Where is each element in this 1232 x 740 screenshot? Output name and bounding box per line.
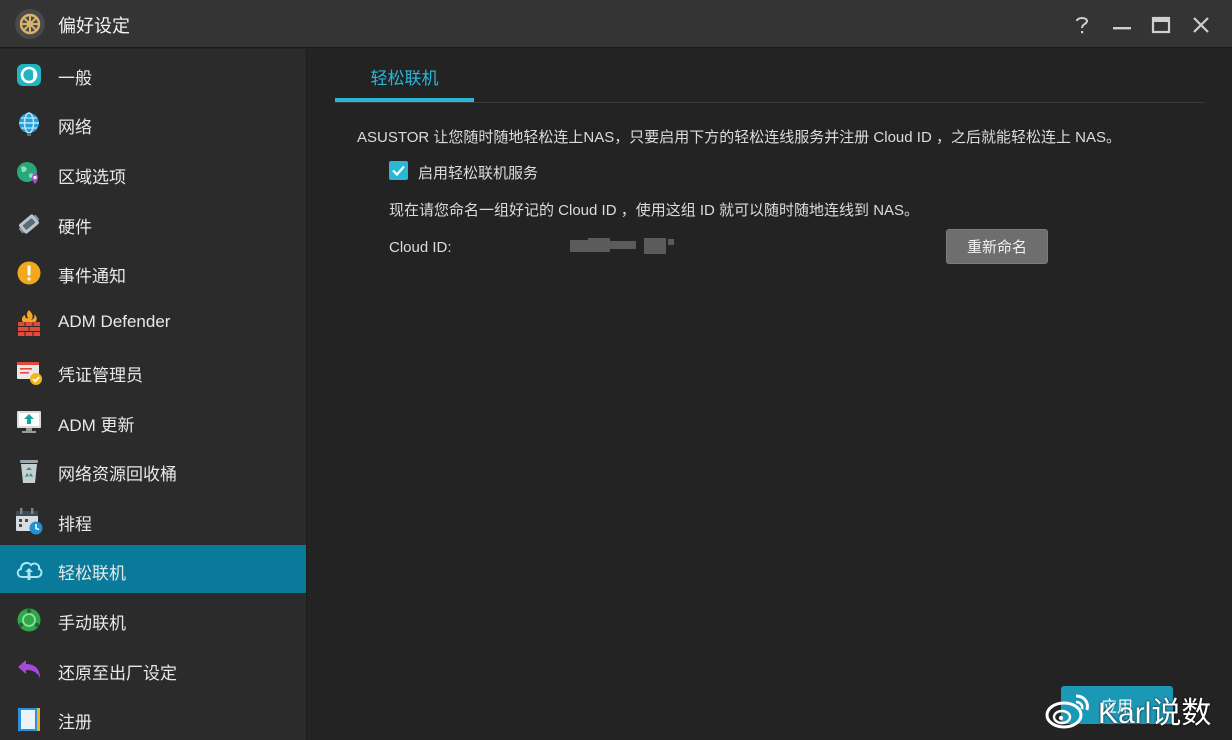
close-icon [1193,17,1209,33]
certificate-icon [17,362,42,385]
sidebar-item-notification[interactable]: 事件通知 [0,248,306,296]
rename-button[interactable]: 重新命名 [946,229,1048,264]
close-button[interactable] [1188,12,1214,38]
recycle-bin-icon [20,460,38,483]
firewall-icon [18,310,40,336]
cloud-connect-icon [16,561,43,580]
sidebar-item-label: ADM Defender [58,312,171,331]
sidebar-item-hardware[interactable]: 硬件 [0,199,306,247]
alert-icon [17,261,41,285]
update-icon [17,411,41,433]
sidebar-item-region[interactable]: 区域选项 [0,149,306,197]
window-title: 偏好设定 [58,16,130,36]
schedule-icon [16,508,43,535]
sidebar-item-label: 网络资源回收桶 [58,465,177,484]
sidebar-item-label: 区域选项 [58,168,126,187]
register-icon [18,708,40,731]
minimize-button[interactable] [1109,12,1135,38]
restore-icon [18,660,40,678]
sidebar-item-label: ADM 更新 [58,416,135,435]
manual-connect-icon [17,608,41,632]
checkmark-icon [392,165,405,177]
sidebar-item-general[interactable]: 一般 [0,50,306,98]
tab-divider [335,102,1205,103]
help-button[interactable] [1069,12,1095,38]
sidebar-item-restore[interactable]: 还原至出厂设定 [0,645,306,693]
sidebar-item-label: 凭证管理员 [58,366,143,385]
sidebar-item-label: 还原至出厂设定 [58,664,177,683]
watermark: Karl说数 [1044,688,1211,732]
sidebar-item-label: 事件通知 [58,267,126,286]
sidebar-item-certificate[interactable]: 凭证管理员 [0,347,306,395]
enable-ezconnect-label: 启用轻松联机服务 [418,165,539,182]
sidebar-item-manual-connect[interactable]: 手动联机 [0,595,306,643]
general-icon [17,64,41,86]
sidebar: 一般 网络 区域选项 硬件 事件通知 ADM Defender 凭证管理员 AD… [0,49,307,740]
main-panel: 轻松联机 ASUSTOR 让您随时随地轻松连上NAS，只要启用下方的轻松连线服务… [308,49,1232,740]
sidebar-item-label: 注册 [58,713,92,732]
sidebar-item-network[interactable]: 网络 [0,99,306,147]
watermark-text: Karl说数 [1098,697,1212,730]
sidebar-item-label: 硬件 [58,218,92,237]
sidebar-item-label: 一般 [58,69,92,88]
weibo-logo-icon [1045,694,1089,729]
intro-text: ASUSTOR 让您随时随地轻松连上NAS，只要启用下方的轻松连线服务并注册 C… [357,129,1121,146]
sidebar-item-ezconnect[interactable]: 轻松联机 [0,545,306,593]
sidebar-item-adm-defender[interactable]: ADM Defender [0,298,306,346]
cloud-id-hint: 现在请您命名一组好记的 Cloud ID ，使用这组 ID 就可以随时随地连线到… [389,202,920,219]
region-globe-icon [17,162,38,184]
sidebar-item-label: 轻松联机 [58,564,126,583]
sidebar-item-label: 手动联机 [58,614,126,633]
cloud-id-label: Cloud ID: [389,239,452,256]
title-bar: 偏好设定 [0,0,1232,48]
maximize-button[interactable] [1148,12,1174,38]
cloud-id-value-redacted [570,235,680,259]
preferences-app-icon [15,9,45,39]
network-globe-icon [19,112,39,136]
sidebar-item-register[interactable]: 注册 [0,694,306,740]
sidebar-item-label: 排程 [58,515,92,534]
tab-ezconnect[interactable]: 轻松联机 [335,49,474,103]
hardware-icon [18,214,40,234]
maximize-icon [1151,16,1171,34]
minimize-icon [1113,27,1131,30]
help-icon [1076,17,1089,34]
sidebar-item-adm-update[interactable]: ADM 更新 [0,397,306,445]
enable-ezconnect-checkbox[interactable] [389,161,408,180]
sidebar-item-schedule[interactable]: 排程 [0,496,306,544]
sidebar-item-label: 网络 [58,118,92,137]
sidebar-item-recycle-bin[interactable]: 网络资源回收桶 [0,446,306,494]
